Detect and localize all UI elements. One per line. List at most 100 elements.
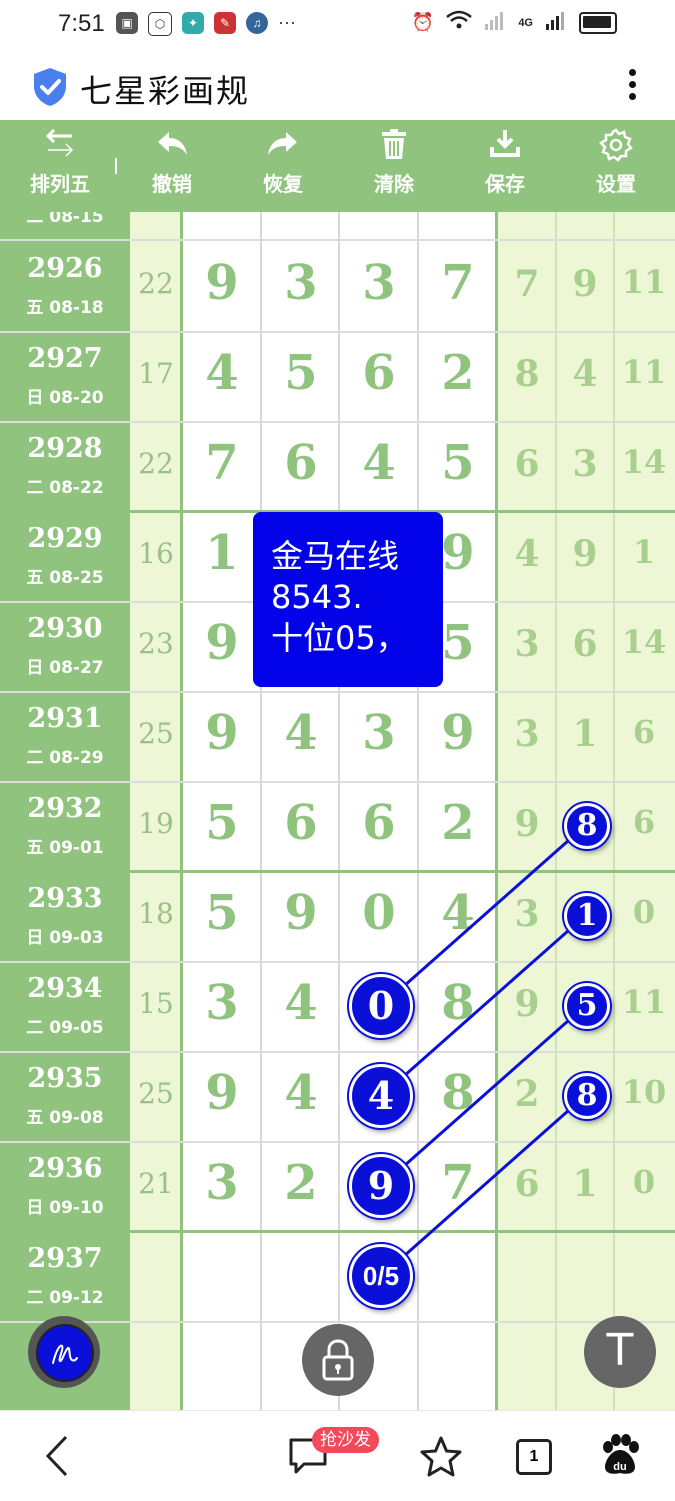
- sum-value: 17: [138, 357, 174, 390]
- digit-cell[interactable]: 9: [262, 885, 340, 941]
- digit-cell[interactable]: 8: [419, 975, 497, 1031]
- note-line: 十位05，: [271, 619, 408, 657]
- digit-cell[interactable]: 9: [183, 615, 261, 671]
- pen-tool-button[interactable]: [28, 1316, 100, 1388]
- chevron-left-icon: [45, 1435, 68, 1477]
- digit-cell[interactable]: 2: [419, 795, 497, 851]
- clear-label: 清除: [374, 172, 414, 196]
- digit-cell[interactable]: 6: [262, 435, 340, 491]
- stat-cell: 4: [572, 353, 598, 395]
- issue-number: 2930: [27, 613, 103, 644]
- digit-cell[interactable]: 3: [340, 705, 418, 761]
- issue-number: 2935: [27, 1063, 103, 1094]
- alarm-icon: ⏰: [411, 12, 435, 32]
- signal-icon: [484, 10, 506, 35]
- issue-date: 二 09-12: [26, 1288, 104, 1308]
- undo-button[interactable]: 撤销: [117, 128, 227, 197]
- digit-cell[interactable]: 4: [419, 885, 497, 941]
- sum-value: 23: [138, 627, 174, 660]
- sum-value: 18: [138, 897, 174, 930]
- digit-cell[interactable]: 2: [419, 345, 497, 401]
- table-row-partial: 二 08-15: [0, 212, 675, 240]
- save-button[interactable]: 保存: [450, 128, 560, 197]
- digit-cell[interactable]: 6: [340, 795, 418, 851]
- stat-cell: 0: [632, 893, 656, 931]
- favorite-button[interactable]: [418, 1435, 464, 1484]
- lottery-chart-grid[interactable]: 二 08-15 2926 五 08-18 22 9 3 3 7 7 9 11 2927 日 08-20…: [0, 212, 675, 1410]
- stat-cell: 4: [514, 533, 540, 575]
- digit-cell[interactable]: 9: [183, 1065, 261, 1121]
- stat-cell: 0: [632, 1163, 656, 1201]
- digit-cell[interactable]: 9: [419, 705, 497, 761]
- digit-cell[interactable]: 0: [340, 885, 418, 941]
- music-icon: ♫: [246, 12, 268, 34]
- stat-cell: 1: [572, 1163, 598, 1205]
- network-type: 4G: [518, 16, 533, 29]
- signal-icon: [545, 10, 567, 35]
- stat-cell: 11: [621, 353, 667, 391]
- text-tool-button[interactable]: T: [584, 1316, 656, 1388]
- digit-cell[interactable]: 4: [340, 435, 418, 491]
- digit-cell[interactable]: 6: [262, 795, 340, 851]
- notification-icons: ▣ ⬡ ✦ ✎ ♫ ···: [116, 12, 296, 36]
- pen-tool-inner: [36, 1324, 94, 1382]
- stat-cell: 6: [514, 1163, 540, 1205]
- redo-button[interactable]: 恢复: [228, 128, 338, 197]
- digit-cell[interactable]: 4: [262, 705, 340, 761]
- digit-cell[interactable]: 7: [419, 1155, 497, 1211]
- system-icons: ⏰ 4G: [412, 10, 617, 35]
- table-row: 2935 五 09-08 25 9 4 8 2 10: [0, 1051, 675, 1141]
- toolbar-switch-button[interactable]: 排列五: [5, 128, 115, 197]
- text-note[interactable]: 金马在线 8543. 十位05，: [253, 512, 443, 687]
- table-row: 2937 二 09-12: [0, 1231, 675, 1321]
- settings-button[interactable]: 设置: [561, 128, 671, 197]
- digit-cell[interactable]: 1: [183, 525, 261, 581]
- baidu-paw-icon: du: [603, 1434, 639, 1474]
- back-button[interactable]: [40, 1433, 74, 1484]
- digit-cell[interactable]: 6: [340, 345, 418, 401]
- status-bar: 7:51 ▣ ⬡ ✦ ✎ ♫ ··· ⏰ 4G: [0, 0, 675, 50]
- digit-cell[interactable]: 3: [262, 255, 340, 311]
- more-dot: [628, 93, 636, 100]
- digit-cell[interactable]: 4: [262, 1065, 340, 1121]
- digit-cell[interactable]: 7: [183, 435, 261, 491]
- digit-cell[interactable]: 9: [183, 255, 261, 311]
- clear-button[interactable]: 清除: [339, 128, 449, 197]
- stat-cell: 11: [621, 263, 667, 301]
- shield-check-icon: [34, 68, 66, 106]
- more-dot: [628, 81, 636, 88]
- issue-date: 二 08-29: [26, 748, 104, 768]
- digit-cell[interactable]: 5: [183, 885, 261, 941]
- table-row: 2927 日 08-20 17 4 5 6 2 8 4 11: [0, 331, 675, 421]
- stat-cell: 14: [621, 623, 667, 661]
- stat-cell: 1: [632, 533, 656, 571]
- digit-cell[interactable]: 3: [183, 975, 261, 1031]
- digit-cell[interactable]: 5: [419, 435, 497, 491]
- digit-cell[interactable]: 4: [262, 975, 340, 1031]
- digit-cell[interactable]: 3: [183, 1155, 261, 1211]
- digit-cell[interactable]: 5: [262, 345, 340, 401]
- issue-number: 2936: [27, 1153, 103, 1184]
- digit-cell[interactable]: 2: [262, 1155, 340, 1211]
- digit-cell[interactable]: 3: [340, 255, 418, 311]
- sum-value: 25: [138, 1077, 174, 1110]
- table-row: 2933 日 09-03 18 5 9 0 4 3 0: [0, 871, 675, 961]
- hexagon-icon: ⬡: [148, 12, 172, 36]
- table-row: 2936 日 09-10 21 3 2 7 6 1 0: [0, 1141, 675, 1231]
- sum-value: 22: [138, 447, 174, 480]
- trash-icon: [339, 128, 449, 162]
- digit-cell[interactable]: 7: [419, 255, 497, 311]
- lock-button[interactable]: [302, 1324, 374, 1396]
- tabs-button[interactable]: 1: [516, 1439, 552, 1475]
- digit-cell[interactable]: 4: [183, 345, 261, 401]
- digit-cell[interactable]: 9: [183, 705, 261, 761]
- stat-cell: 6: [572, 623, 598, 665]
- baidu-button[interactable]: du: [598, 1433, 642, 1482]
- undo-icon: [117, 128, 227, 162]
- stat-cell: 3: [514, 713, 540, 755]
- download-icon: [450, 128, 560, 162]
- more-options-button[interactable]: [625, 64, 639, 108]
- note-line: 8543.: [271, 578, 363, 616]
- digit-cell[interactable]: 8: [419, 1065, 497, 1121]
- digit-cell[interactable]: 5: [183, 795, 261, 851]
